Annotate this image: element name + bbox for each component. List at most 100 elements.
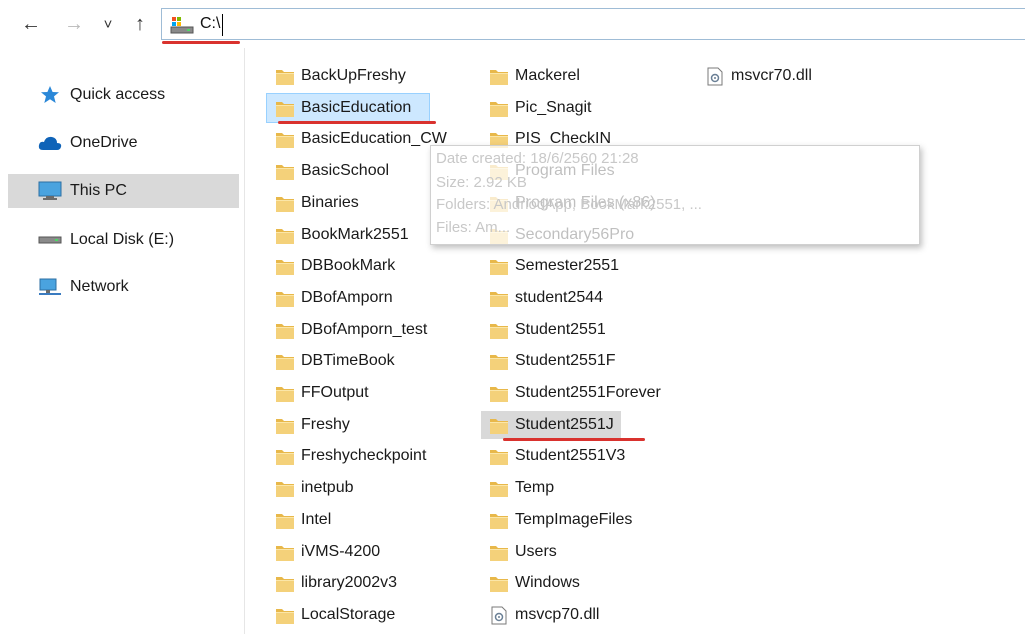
tooltip-files: Files: Am... [436, 219, 511, 236]
folder-icon [489, 511, 509, 530]
dll-file-icon [489, 606, 509, 625]
folder-item[interactable]: Temp [489, 474, 689, 502]
folder-icon [275, 479, 295, 498]
sidebar-item-quick-access[interactable]: Quick access [8, 78, 239, 112]
back-button[interactable]: ← [20, 13, 42, 35]
folder-item[interactable]: LocalStorage [275, 601, 475, 629]
back-arrow-icon: ← [21, 12, 41, 35]
sidebar-item-label: Quick access [70, 86, 166, 103]
folder-item[interactable]: iVMS-4200 [275, 538, 475, 566]
sidebar-item-network[interactable]: Network [8, 270, 239, 304]
item-label: iVMS-4200 [301, 542, 381, 560]
folder-icon [275, 67, 295, 86]
folder-item[interactable]: Student2551F [489, 347, 689, 375]
folder-icon [489, 574, 509, 593]
sidebar-item-local-disk-e[interactable]: Local Disk (E:) [8, 223, 239, 257]
drive-icon [170, 15, 194, 40]
sidebar-item-label: Network [70, 278, 129, 295]
forward-button[interactable]: → [63, 13, 85, 35]
item-label: BasicEducation [301, 98, 412, 116]
file-item[interactable]: msvcp70.dll [489, 601, 689, 629]
item-label: Mackerel [515, 67, 580, 84]
folder-icon [489, 67, 509, 86]
folder-item[interactable]: Student2551J [481, 410, 621, 439]
star-icon [38, 85, 62, 105]
cloud-icon [38, 133, 62, 153]
item-label: Semester2551 [515, 257, 620, 275]
folder-item[interactable]: Users [489, 538, 689, 566]
folder-icon [275, 130, 295, 149]
folder-item[interactable]: Freshy [275, 411, 475, 439]
folder-item[interactable]: BackUpFreshy [275, 62, 475, 90]
up-button[interactable]: ↑ [129, 13, 151, 35]
folder-item[interactable]: Windows [489, 569, 689, 597]
item-label: Users [515, 542, 557, 560]
folder-icon [275, 99, 295, 118]
recent-locations-button[interactable]: ˅ [101, 13, 115, 35]
text-caret [222, 14, 223, 36]
annotation-underline [162, 41, 240, 44]
folder-icon [275, 289, 295, 308]
folder-item[interactable]: TempImageFiles [489, 506, 689, 534]
folder-item[interactable]: student2544 [489, 284, 689, 312]
folder-icon [275, 606, 295, 625]
folder-item[interactable]: FFOutput [275, 379, 475, 407]
folder-item[interactable]: Student2551Forever [489, 379, 689, 407]
folder-icon [275, 226, 295, 245]
tooltip-size: Size: 2.92 KB [436, 174, 527, 191]
folder-icon [275, 321, 295, 340]
item-label: Windows [515, 574, 580, 592]
up-arrow-icon: ↑ [135, 12, 145, 35]
tooltip-date-created: Date created: 18/6/2560 21:28 [436, 150, 639, 167]
folder-icon [275, 162, 295, 181]
item-label: Intel [301, 510, 332, 528]
folder-item[interactable]: Mackerel [489, 62, 689, 90]
folder-item[interactable]: Student2551 [489, 316, 689, 344]
item-label: FFOutput [301, 384, 369, 401]
item-label: BookMark2551 [301, 225, 409, 243]
folder-item[interactable]: Freshycheckpoint [275, 442, 475, 470]
folder-item[interactable]: DBTimeBook [275, 347, 475, 375]
sidebar-item-label: This PC [70, 182, 127, 199]
folder-item[interactable]: DBofAmporn_test [275, 316, 475, 344]
disk-icon [38, 230, 62, 250]
folder-item[interactable]: DBBookMark [275, 252, 475, 280]
folder-icon [275, 194, 295, 213]
tooltip-folders: Folders: AndriodApp, BookMark2551, ... [436, 196, 702, 213]
folder-icon [489, 416, 509, 435]
sidebar-item-this-pc[interactable]: This PC [8, 174, 239, 208]
folder-icon [275, 352, 295, 371]
annotation-underline [503, 437, 645, 441]
computer-icon [38, 181, 62, 201]
folder-icon [489, 543, 509, 562]
folder-icon [489, 384, 509, 403]
folder-icon [489, 257, 509, 276]
dll-file-icon [705, 67, 725, 86]
item-label: BasicSchool [301, 162, 390, 180]
address-bar[interactable]: C:\ [161, 8, 1025, 44]
file-item[interactable]: msvcr70.dll [705, 62, 905, 90]
annotation-underline [278, 120, 436, 124]
folder-icon [275, 511, 295, 530]
item-label: Pic_Snagit [515, 98, 592, 116]
folder-item[interactable]: inetpub [275, 474, 475, 502]
navigation-bar: ← → ˅ ↑ C:\ [0, 0, 1025, 48]
file-list: BackUpFreshy BasicEducation BasicEducation… [245, 48, 1025, 634]
sidebar-item-label: OneDrive [70, 134, 138, 151]
folder-item[interactable]: Semester2551 [489, 252, 689, 280]
chevron-down-icon: ˅ [103, 15, 113, 33]
address-bar-value[interactable]: C:\ [200, 15, 220, 33]
item-label: Freshy [301, 415, 350, 433]
folder-item[interactable]: Pic_Snagit [489, 94, 689, 122]
folder-item[interactable]: BasicEducation [266, 92, 430, 123]
sidebar-item-onedrive[interactable]: OneDrive [8, 126, 239, 160]
folder-item[interactable]: library2002v3 [275, 569, 475, 597]
folder-icon [489, 479, 509, 498]
item-label: Freshycheckpoint [301, 447, 427, 465]
folder-item[interactable]: Student2551V3 [489, 442, 689, 470]
folder-icon [275, 543, 295, 562]
folder-item[interactable]: Intel [275, 506, 475, 534]
folder-icon [275, 257, 295, 276]
item-label: DBBookMark [301, 257, 396, 275]
folder-item[interactable]: DBofAmporn [275, 284, 475, 312]
